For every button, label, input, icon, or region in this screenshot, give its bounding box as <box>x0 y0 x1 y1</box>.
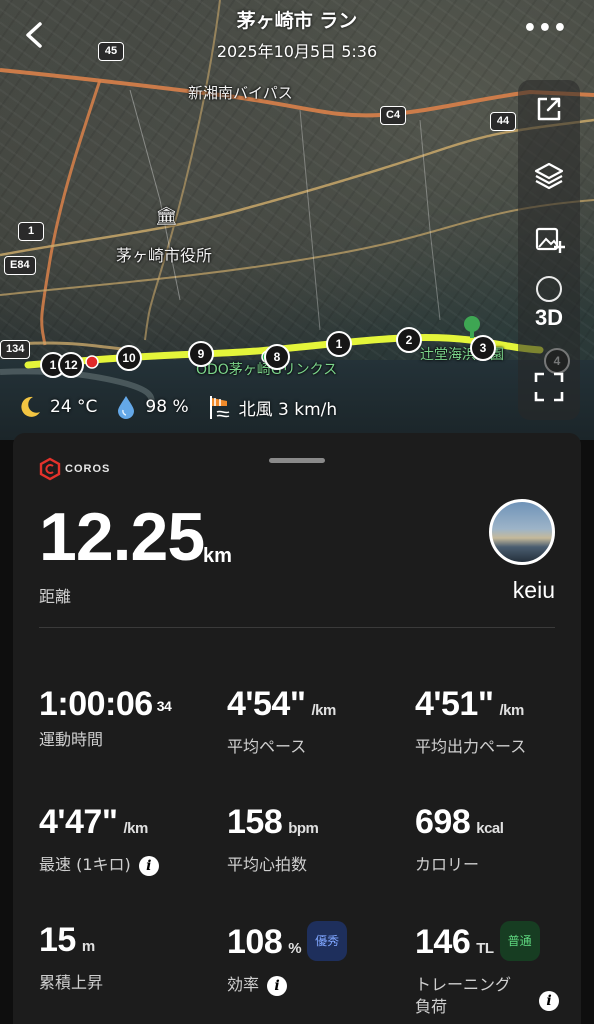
wind-flag-icon <box>209 396 229 419</box>
km-marker[interactable]: 9 <box>188 341 214 367</box>
finish-marker <box>85 355 99 369</box>
moving-time-value: 1:00:06 <box>39 685 153 723</box>
stat-avg-power-pace: 4'51" /km 平均出力ペース <box>415 685 594 758</box>
humidity-value: 98 % <box>145 397 189 417</box>
km-marker[interactable]: 8 <box>264 344 290 370</box>
map-label-city-hall: 茅ヶ崎市役所 <box>116 246 213 265</box>
avg-pace-unit: /km <box>311 702 336 719</box>
avg-power-pace-value: 4'51" <box>415 685 494 723</box>
share-button[interactable] <box>518 84 580 134</box>
info-icon[interactable]: i <box>539 991 559 1011</box>
username[interactable]: keiu <box>513 577 555 604</box>
stat-calories: 698 kcal カロリー <box>415 803 594 876</box>
stat-training-load: 146 TL 普通 トレーニング 負荷 <box>415 921 594 1018</box>
avg-pace-label: 平均ペース <box>227 737 307 756</box>
info-icon[interactable]: i <box>138 855 159 876</box>
stat-avg-pace: 4'54" /km 平均ペース <box>227 685 407 758</box>
fullscreen-icon <box>534 372 564 402</box>
stat-efficiency: 108% 優秀 効率 i <box>227 921 407 996</box>
view-3d-button[interactable]: 3D <box>518 276 580 334</box>
wind-value: 北風 3 km/h <box>238 399 338 420</box>
road-badge: 1 <box>18 222 44 241</box>
layers-icon <box>534 162 564 190</box>
temperature-value: 24 °C <box>50 397 98 417</box>
activity-summary-sheet: COROS 12.25 km 距離 keiu 1:00:06 34 運動時間 4'… <box>13 433 581 1024</box>
map-label-bypass: 新湘南バイパス <box>188 84 293 102</box>
fullscreen-button[interactable] <box>518 362 580 412</box>
avg-pace-value: 4'54" <box>227 685 306 723</box>
info-icon[interactable]: i <box>267 975 288 996</box>
more-button[interactable]: ••• <box>523 18 568 40</box>
km-marker[interactable]: 3 <box>470 335 496 361</box>
elevation-gain-unit: m <box>81 938 95 955</box>
calories-unit: kcal <box>476 820 504 837</box>
training-load-badge: 普通 <box>499 921 540 961</box>
efficiency-value: 108 <box>227 923 283 961</box>
km-marker[interactable]: 2 <box>396 327 422 353</box>
temperature-item: 24 °C <box>16 394 97 420</box>
training-load-unit: TL <box>476 940 494 957</box>
activity-datetime: 2025年10月5日 5:36 <box>216 42 378 61</box>
more-dots-icon: ••• <box>522 16 568 41</box>
training-load-value: 146 <box>415 923 471 961</box>
avg-hr-label: 平均心拍数 <box>227 855 308 874</box>
avg-power-pace-unit: /km <box>499 702 524 719</box>
moon-icon <box>21 396 40 417</box>
road-badge: E84 <box>4 256 36 275</box>
page-title: 茅ヶ崎市 ラン <box>236 10 358 32</box>
training-load-label-line1: トレーニング <box>415 975 512 994</box>
efficiency-unit: % <box>288 940 302 957</box>
training-load-label-line2: 負荷 <box>415 997 448 1016</box>
humidity-item: 98 % <box>115 394 189 420</box>
stat-best-km: 4'47" /km 最速 (1キロ) i <box>39 803 219 876</box>
humidity-drop-icon <box>118 396 135 419</box>
moving-time-fraction: 34 <box>156 698 172 714</box>
divider <box>39 627 555 628</box>
km-marker[interactable]: 12 <box>58 352 84 378</box>
sheet-drag-handle[interactable] <box>269 458 325 463</box>
brand-name: COROS <box>65 463 111 475</box>
km-marker[interactable]: 10 <box>116 345 142 371</box>
map-tools-panel: 3D <box>518 80 580 420</box>
efficiency-label: 効率 <box>227 975 260 994</box>
distance-label: 距離 <box>39 587 72 606</box>
best-km-unit: /km <box>123 820 148 837</box>
image-add-icon <box>535 227 565 253</box>
view-3d-label: 3D <box>534 305 564 330</box>
best-km-value: 4'47" <box>39 803 118 841</box>
avg-power-pace-label: 平均出力ペース <box>415 737 527 756</box>
wind-item: 北風 3 km/h <box>207 394 338 420</box>
stat-moving-time: 1:00:06 34 運動時間 <box>39 685 219 751</box>
distance-value: 12.25 <box>39 499 205 575</box>
city-hall-icon: 🏛 <box>155 206 178 227</box>
calories-label: カロリー <box>415 855 480 874</box>
road-badge: C4 <box>380 106 407 125</box>
weather-row: 24 °C 98 % 北風 3 km/h <box>16 392 355 422</box>
distance-unit: km <box>203 545 232 567</box>
layers-button[interactable] <box>518 150 580 200</box>
add-image-button[interactable] <box>518 214 580 264</box>
compass-icon <box>536 276 562 302</box>
avg-hr-unit: bpm <box>288 820 319 837</box>
km-marker[interactable]: 1 <box>326 331 352 357</box>
road-badge: 134 <box>0 340 31 359</box>
avg-hr-value: 158 <box>227 803 283 841</box>
coros-logo: COROS <box>39 457 110 481</box>
avatar[interactable] <box>489 499 555 565</box>
share-icon <box>537 97 561 121</box>
efficiency-badge: 優秀 <box>307 921 348 961</box>
elevation-gain-value: 15 <box>39 921 76 959</box>
stat-elevation-gain: 15 m 累積上昇 <box>39 921 219 994</box>
route-map[interactable]: 新湘南バイパス 🏛 茅ヶ崎市役所 ODO茅ヶ崎Gリンクス 辻堂海浜公園 45 C… <box>0 0 594 440</box>
elevation-gain-label: 累積上昇 <box>39 973 104 992</box>
road-badge: 44 <box>490 112 516 131</box>
moving-time-label: 運動時間 <box>39 730 104 749</box>
stat-avg-hr: 158 bpm 平均心拍数 <box>227 803 407 876</box>
coros-hexagon-icon <box>39 457 61 481</box>
calories-value: 698 <box>415 803 471 841</box>
best-km-label: 最速 (1キロ) <box>39 855 131 874</box>
